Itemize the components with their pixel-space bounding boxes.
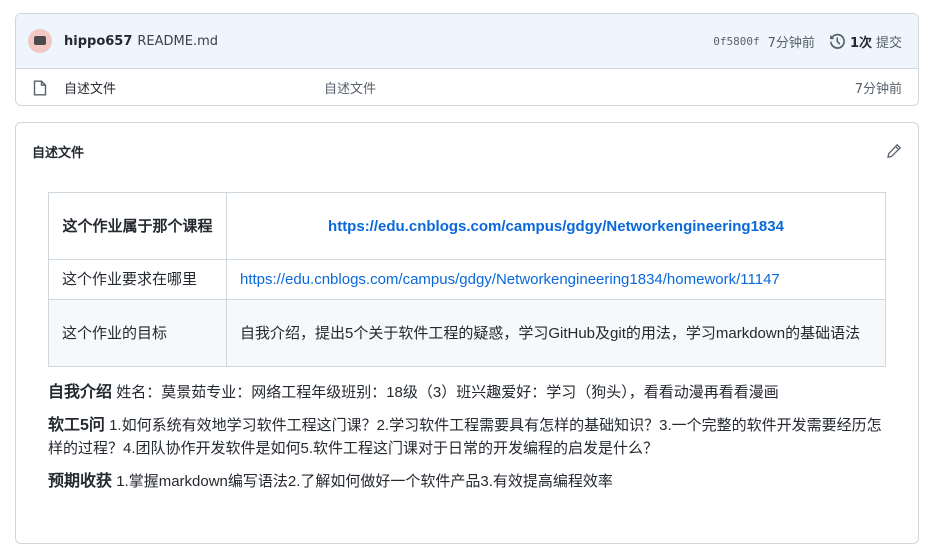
file-time: 7分钟前 [854, 82, 902, 97]
avatar[interactable] [28, 29, 52, 53]
course-link[interactable]: https://edu.cnblogs.com/campus/gdgy/Netw… [328, 218, 784, 235]
table-cell: https://edu.cnblogs.com/campus/gdgy/Netw… [226, 259, 886, 300]
file-row[interactable]: 自述文件 自述文件 7分钟前 [16, 69, 918, 105]
table-cell: 这个作业属于那个课程 [48, 192, 227, 260]
table-row: 这个作业的目标 自我介绍，提出5个关于软件工程的疑惑，学习GitHub及git的… [48, 299, 886, 367]
commit-header: hippo657 README.md 0f5800f 7分钟前 1次 提交 [16, 14, 918, 69]
intro-paragraph: 自我介绍 姓名：莫景茹专业：网络工程年级班别：18级（3）班兴趣爱好：学习（狗头… [48, 381, 888, 404]
expect-paragraph: 预期收获 1.掌握markdown编写语法2.了解如何做好一个软件产品3.有效提… [48, 470, 888, 493]
table-row: 这个作业要求在哪里 https://edu.cnblogs.com/campus… [48, 259, 886, 300]
file-commit-message[interactable]: 自述文件 [324, 78, 376, 97]
readme-header: 自述文件 [16, 123, 918, 179]
table-row: 这个作业属于那个课程 https://edu.cnblogs.com/campu… [48, 192, 886, 260]
homework-table: 这个作业属于那个课程 https://edu.cnblogs.com/campu… [48, 192, 886, 367]
questions-text: 1.如何系统有效地学习软件工程这门课？2.学习软件工程需要具有怎样的基础知识？3… [48, 417, 882, 457]
commit-sha[interactable]: 0f5800f [713, 35, 759, 48]
commit-message[interactable]: README.md [137, 34, 218, 49]
readme-content: 这个作业属于那个课程 https://edu.cnblogs.com/campu… [16, 179, 918, 493]
history-button[interactable]: 1次 提交 [829, 32, 902, 51]
history-icon [829, 33, 845, 49]
history-label: 提交 [875, 35, 902, 51]
table-cell: 这个作业要求在哪里 [48, 259, 227, 300]
readme-panel: 自述文件 这个作业属于那个课程 https://edu.cnblogs.com/… [15, 122, 919, 544]
intro-label: 自我介绍 [48, 384, 113, 401]
table-cell: 这个作业的目标 [48, 299, 227, 367]
table-cell: 自我介绍，提出5个关于软件工程的疑惑，学习GitHub及git的用法，学习mar… [226, 299, 886, 367]
homework-link[interactable]: https://edu.cnblogs.com/campus/gdgy/Netw… [240, 271, 780, 288]
questions-paragraph: 软工5问 1.如何系统有效地学习软件工程这门课？2.学习软件工程需要具有怎样的基… [48, 414, 888, 460]
questions-label: 软工5问 [48, 417, 105, 434]
history-count: 1次 [849, 35, 872, 51]
file-icon [33, 80, 47, 95]
expect-text: 1.掌握markdown编写语法2.了解如何做好一个软件产品3.有效提高编程效率 [116, 473, 613, 490]
table-cell: https://edu.cnblogs.com/campus/gdgy/Netw… [226, 192, 886, 260]
readme-title: 自述文件 [32, 145, 85, 161]
intro-text: 姓名：莫景茹专业：网络工程年级班别：18级（3）班兴趣爱好：学习（狗头），看看动… [116, 384, 779, 401]
file-name-link[interactable]: 自述文件 [64, 78, 324, 97]
expect-label: 预期收获 [48, 473, 113, 490]
latest-commit-box: hippo657 README.md 0f5800f 7分钟前 1次 提交 自述… [15, 13, 919, 106]
commit-author[interactable]: hippo657 [64, 34, 132, 49]
pencil-icon[interactable] [886, 143, 902, 159]
commit-time: 7分钟前 [767, 35, 815, 51]
